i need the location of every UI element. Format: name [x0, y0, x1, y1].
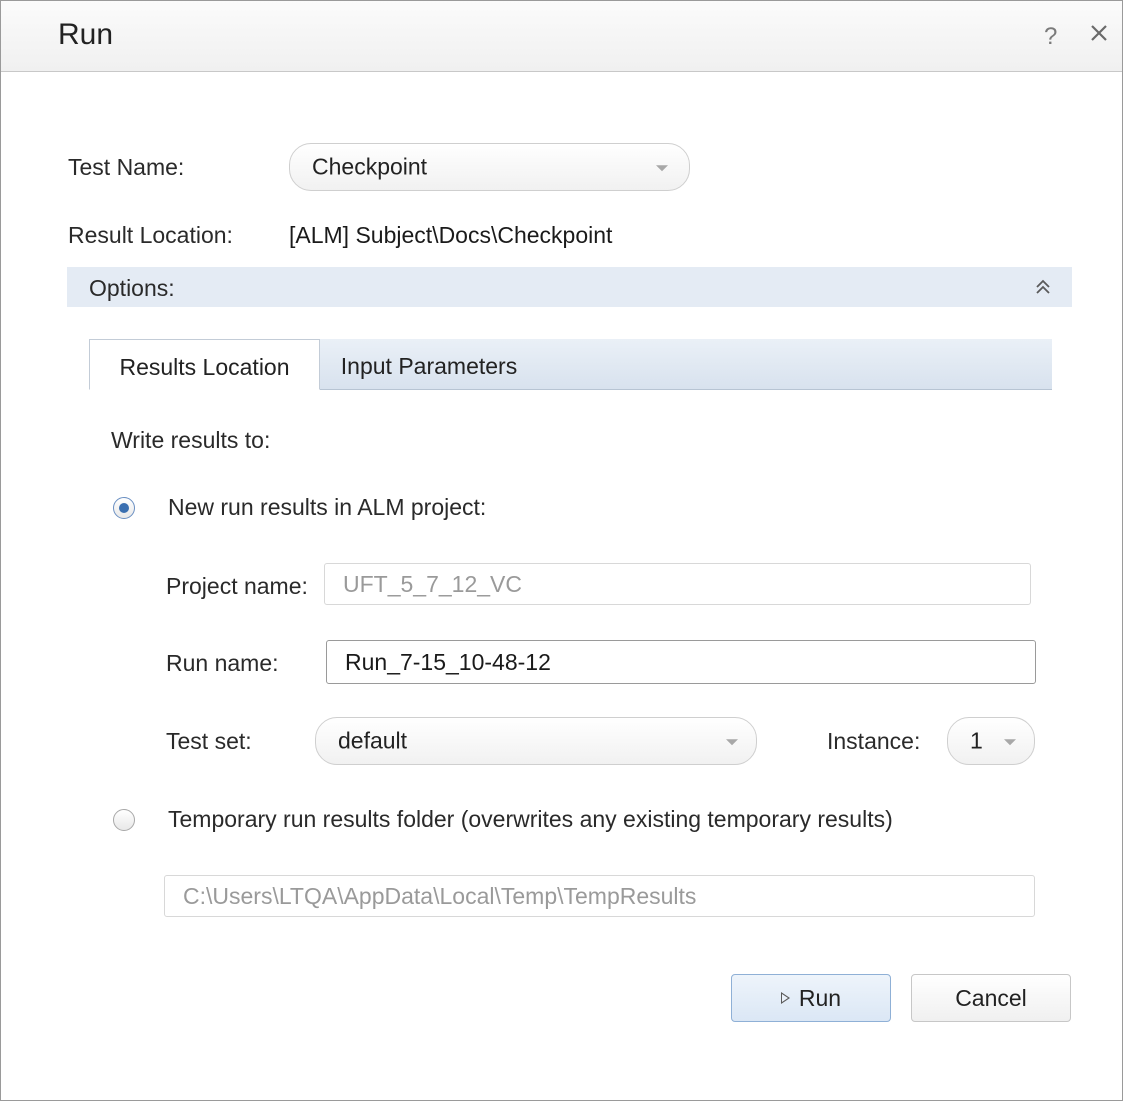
instance-dropdown[interactable]: 1	[947, 717, 1035, 765]
temp-path-field: C:\Users\LTQA\AppData\Local\Temp\TempRes…	[164, 875, 1035, 917]
tab-results-location[interactable]: Results Location	[89, 339, 320, 390]
help-icon[interactable]: ?	[1044, 23, 1057, 51]
options-label: Options:	[89, 275, 175, 301]
run-button[interactable]: Run	[731, 974, 891, 1022]
chevron-down-icon	[656, 165, 668, 172]
temp-results-radio[interactable]	[113, 809, 135, 831]
test-name-label: Test Name:	[68, 154, 185, 180]
run-name-label: Run name:	[166, 650, 279, 676]
close-icon[interactable]	[1087, 21, 1111, 45]
alm-results-option-label: New run results in ALM project:	[168, 494, 487, 520]
test-set-dropdown[interactable]: default	[315, 717, 757, 765]
chevron-down-icon	[1004, 739, 1016, 746]
cancel-button[interactable]: Cancel	[911, 974, 1071, 1022]
result-location-value: [ALM] Subject\Docs\Checkpoint	[289, 222, 613, 248]
instance-label: Instance:	[827, 728, 921, 754]
test-name-value: Checkpoint	[312, 153, 428, 180]
dialog-title: Run	[58, 18, 114, 51]
run-name-field[interactable]: Run_7-15_10-48-12	[326, 640, 1036, 684]
play-icon	[780, 992, 790, 1004]
test-name-dropdown[interactable]: Checkpoint	[289, 143, 690, 191]
test-set-value: default	[338, 727, 408, 754]
double-chevron-up-icon[interactable]	[1033, 275, 1053, 299]
test-set-label: Test set:	[166, 728, 252, 754]
chevron-down-icon	[726, 739, 738, 746]
alm-results-radio[interactable]	[113, 497, 135, 519]
tab-input-parameters[interactable]: Input Parameters	[329, 339, 529, 389]
options-section-header[interactable]: Options:	[67, 267, 1072, 307]
write-results-label: Write results to:	[111, 427, 271, 453]
project-name-label: Project name:	[166, 573, 308, 599]
options-tabstrip: Results Location Input Parameters	[89, 339, 1052, 390]
instance-value: 1	[970, 727, 983, 754]
temp-results-option-label: Temporary run results folder (overwrites…	[168, 806, 893, 832]
run-dialog: Run ? Test Name: Checkpoint Result Locat…	[0, 0, 1123, 1101]
result-location-label: Result Location:	[68, 222, 233, 248]
run-button-label: Run	[798, 984, 842, 1011]
project-name-field: UFT_5_7_12_VC	[324, 563, 1031, 605]
title-bar: Run ?	[1, 1, 1122, 72]
